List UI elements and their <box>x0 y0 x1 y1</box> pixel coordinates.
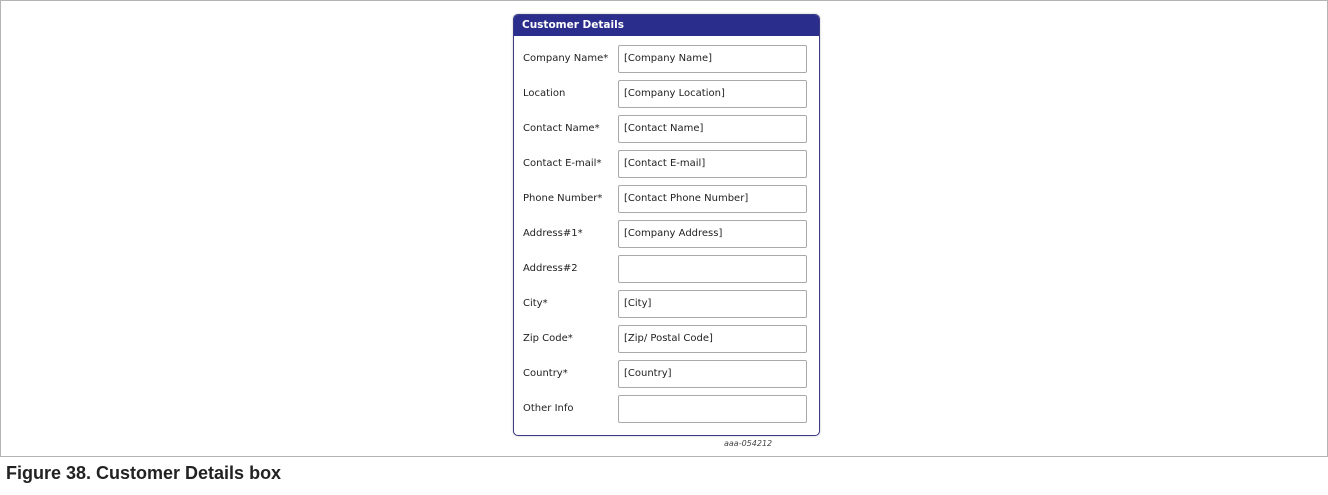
company-name-label: Company Name* <box>523 53 609 64</box>
form-row-contact-name: Contact Name* <box>514 115 819 150</box>
figure-caption: Figure 38. Customer Details box <box>6 463 282 483</box>
country-label: Country* <box>523 368 568 379</box>
figure-reference-code: aaa-054212 <box>724 439 773 448</box>
contact-name-field[interactable] <box>618 115 807 143</box>
contact-name-label: Contact Name* <box>523 123 600 134</box>
form-row-city: City* <box>514 290 819 325</box>
figure-frame: Customer Details Company Name* Location … <box>0 0 1328 457</box>
form-row-address-1: Address#1* <box>514 220 819 255</box>
contact-email-field[interactable] <box>618 150 807 178</box>
location-field[interactable] <box>618 80 807 108</box>
location-label: Location <box>523 88 566 99</box>
city-field[interactable] <box>618 290 807 318</box>
form-row-country: Country* <box>514 360 819 395</box>
country-field[interactable] <box>618 360 807 388</box>
address-1-field[interactable] <box>618 220 807 248</box>
address-1-label: Address#1* <box>523 228 583 239</box>
form-row-zip-code: Zip Code* <box>514 325 819 360</box>
other-info-label: Other Info <box>523 403 574 414</box>
form-row-contact-email: Contact E-mail* <box>514 150 819 185</box>
form-row-phone-number: Phone Number* <box>514 185 819 220</box>
address-2-field[interactable] <box>618 255 807 283</box>
zip-code-field[interactable] <box>618 325 807 353</box>
contact-email-label: Contact E-mail* <box>523 158 602 169</box>
customer-details-panel: Customer Details Company Name* Location … <box>513 14 820 436</box>
city-label: City* <box>523 298 548 309</box>
form-row-location: Location <box>514 80 819 115</box>
other-info-field[interactable] <box>618 395 807 423</box>
panel-title: Customer Details <box>514 15 819 36</box>
company-name-field[interactable] <box>618 45 807 73</box>
zip-code-label: Zip Code* <box>523 333 573 344</box>
phone-number-label: Phone Number* <box>523 193 603 204</box>
customer-details-form: Company Name* Location Contact Name* Con… <box>514 36 819 430</box>
form-row-address-2: Address#2 <box>514 255 819 290</box>
form-row-other-info: Other Info <box>514 395 819 430</box>
address-2-label: Address#2 <box>523 263 578 274</box>
phone-number-field[interactable] <box>618 185 807 213</box>
form-row-company-name: Company Name* <box>514 45 819 80</box>
